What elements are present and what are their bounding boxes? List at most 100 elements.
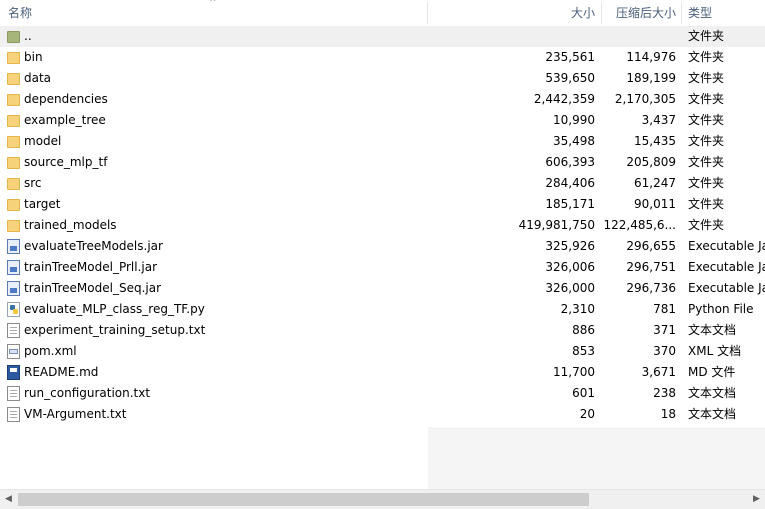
file-size: 601 (572, 386, 595, 400)
compressed-size: 296,751 (626, 260, 676, 274)
compressed-size: 15,435 (634, 134, 676, 148)
list-item[interactable]: target 185,171 90,011 文件夹 (0, 194, 765, 215)
file-name: bin (24, 50, 43, 64)
compressed-size: 370 (653, 344, 676, 358)
horizontal-scrollbar[interactable]: ◀ ▶ (0, 489, 765, 509)
file-type: 文件夹 (688, 134, 725, 148)
column-divider[interactable] (427, 2, 428, 24)
file-size: 235,561 (545, 50, 595, 64)
file-name: trainTreeModel_Prll.jar (24, 260, 158, 274)
folder-icon (7, 115, 20, 127)
compressed-size: 61,247 (634, 176, 676, 190)
folder-icon (7, 52, 20, 64)
file-type: 文件夹 (688, 155, 725, 169)
list-item[interactable]: pom.xml 853 370 XML 文档 (0, 341, 765, 362)
file-name: source_mlp_tf (24, 155, 108, 169)
file-type: 文件夹 (688, 29, 725, 43)
file-name: evaluate_MLP_class_reg_TF.py (24, 302, 205, 316)
file-name: .. (24, 29, 32, 43)
list-item[interactable]: run_configuration.txt 601 238 文本文档 (0, 383, 765, 404)
folder-icon (7, 199, 20, 211)
scrollbar-thumb[interactable] (18, 493, 589, 506)
column-size-header[interactable]: 大小 (571, 0, 595, 26)
column-divider[interactable] (681, 2, 682, 24)
empty-list-area (0, 427, 428, 489)
file-name: data (24, 71, 52, 85)
file-size: 539,650 (545, 71, 595, 85)
compressed-size: 238 (653, 386, 676, 400)
list-item[interactable]: src 284,406 61,247 文件夹 (0, 173, 765, 194)
compressed-size: 2,170,305 (614, 92, 676, 106)
file-name: evaluateTreeModels.jar (24, 239, 163, 253)
scroll-right-icon[interactable]: ▶ (748, 490, 765, 509)
file-type: Executable Ja (688, 281, 765, 295)
scroll-left-icon[interactable]: ◀ (0, 490, 17, 509)
jar-file-icon (7, 239, 20, 254)
list-item[interactable]: dependencies 2,442,359 2,170,305 文件夹 (0, 89, 765, 110)
list-item[interactable]: evaluate_MLP_class_reg_TF.py 2,310 781 Pyth… (0, 299, 765, 320)
markdown-file-icon (7, 365, 20, 380)
file-size: 326,006 (545, 260, 595, 274)
file-type: 文件夹 (688, 176, 725, 190)
xml-file-icon (7, 344, 20, 359)
text-file-icon (7, 386, 20, 401)
file-size: 419,981,750 (518, 218, 595, 232)
folder-icon (7, 136, 20, 148)
file-type: Python File (688, 302, 754, 316)
file-type: 文件夹 (688, 218, 725, 232)
column-name-header[interactable]: 名称 (8, 0, 32, 26)
list-item[interactable]: trained_models 419,981,750 122,485,6... 文件夹 (0, 215, 765, 236)
sort-ascending-icon: ^ (209, 0, 217, 8)
file-name: run_configuration.txt (24, 386, 151, 400)
compressed-size: 371 (653, 323, 676, 337)
file-size: 284,406 (545, 176, 595, 190)
file-size: 853 (572, 344, 595, 358)
file-name: target (24, 197, 61, 211)
file-type: 文件夹 (688, 197, 725, 211)
list-item[interactable]: README.md 11,700 3,671 MD 文件 (0, 362, 765, 383)
list-item[interactable]: model 35,498 15,435 文件夹 (0, 131, 765, 152)
file-type: 文本文档 (688, 386, 737, 400)
column-compressed-size-header[interactable]: 压缩后大小 (616, 0, 676, 26)
jar-file-icon (7, 260, 20, 275)
file-type: XML 文档 (688, 344, 742, 358)
list-item[interactable]: VM-Argument.txt 20 18 文本文档 (0, 404, 765, 425)
list-item[interactable]: trainTreeModel_Seq.jar 326,000 296,736 Exec… (0, 278, 765, 299)
list-item[interactable]: experiment_training_setup.txt 886 371 文本文档 (0, 320, 765, 341)
file-size: 886 (572, 323, 595, 337)
file-name: src (24, 176, 42, 190)
file-size: 11,700 (553, 365, 595, 379)
file-size: 325,926 (545, 239, 595, 253)
list-item[interactable]: source_mlp_tf 606,393 205,809 文件夹 (0, 152, 765, 173)
file-name: model (24, 134, 62, 148)
file-type: 文本文档 (688, 323, 737, 337)
list-item[interactable]: data 539,650 189,199 文件夹 (0, 68, 765, 89)
list-item[interactable]: bin 235,561 114,976 文件夹 (0, 47, 765, 68)
list-item[interactable]: example_tree 10,990 3,437 文件夹 (0, 110, 765, 131)
file-name: VM-Argument.txt (24, 407, 127, 421)
compressed-size: 90,011 (634, 197, 676, 211)
file-type: 文件夹 (688, 113, 725, 127)
file-size: 326,000 (545, 281, 595, 295)
file-name: README.md (24, 365, 99, 379)
file-name: trained_models (24, 218, 117, 232)
compressed-size: 3,671 (641, 365, 676, 379)
text-file-icon (7, 407, 20, 422)
folder-icon (7, 220, 20, 232)
compressed-size: 18 (660, 407, 676, 421)
column-type-header[interactable]: 类型 (688, 0, 712, 26)
column-header: 名称 ^ 大小 压缩后大小 类型 (0, 0, 765, 27)
compressed-size: 122,485,6... (603, 218, 676, 232)
file-type: 文件夹 (688, 71, 725, 85)
column-divider[interactable] (601, 2, 602, 24)
file-name: trainTreeModel_Seq.jar (24, 281, 162, 295)
list-item[interactable]: .. 文件夹 (0, 26, 765, 47)
file-size: 2,310 (560, 302, 595, 316)
file-size: 2,442,359 (533, 92, 595, 106)
folder-icon (7, 94, 20, 106)
file-name: experiment_training_setup.txt (24, 323, 206, 337)
python-file-icon (7, 302, 20, 317)
list-item[interactable]: trainTreeModel_Prll.jar 326,006 296,751 Exe… (0, 257, 765, 278)
list-item[interactable]: evaluateTreeModels.jar 325,926 296,655 Exec… (0, 236, 765, 257)
compressed-size: 781 (653, 302, 676, 316)
